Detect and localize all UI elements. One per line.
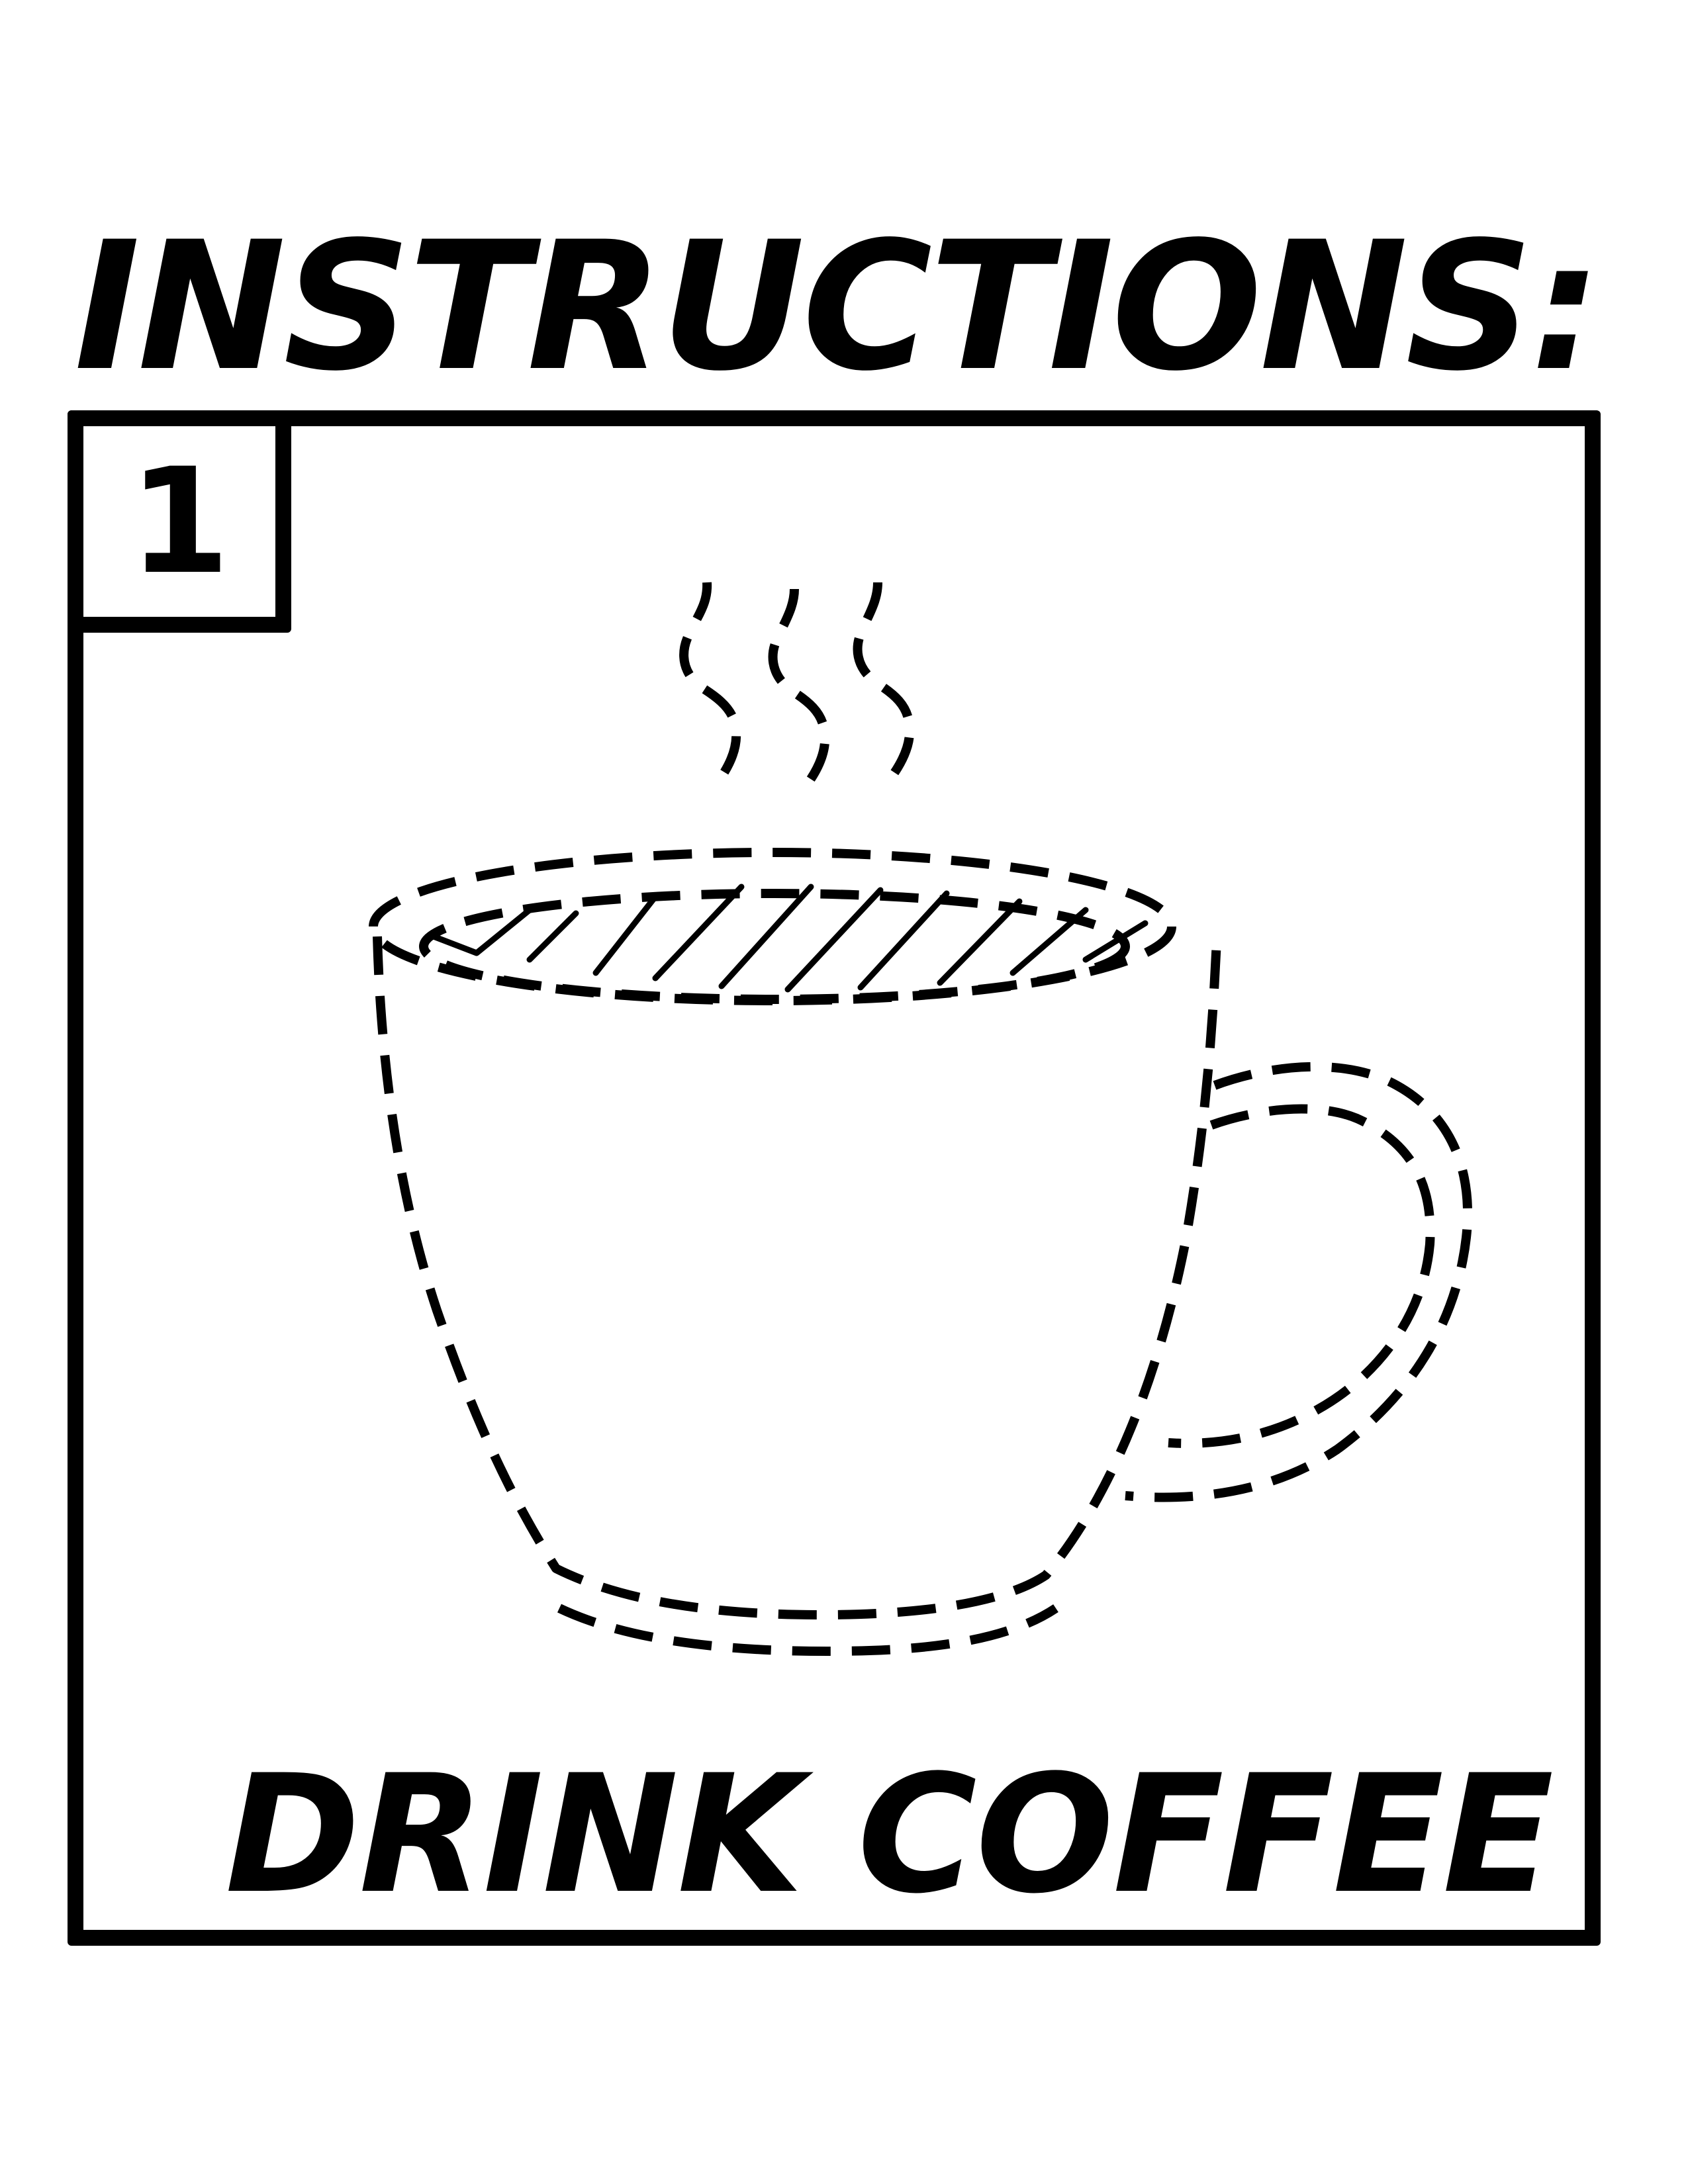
cup-handle-inner (1168, 1104, 1435, 1448)
step-caption: DRINK COFFEE (225, 1741, 1554, 1930)
steam-icon (679, 582, 915, 791)
coffee-surface-hatch (430, 884, 1149, 993)
cup-body (373, 936, 1221, 1619)
